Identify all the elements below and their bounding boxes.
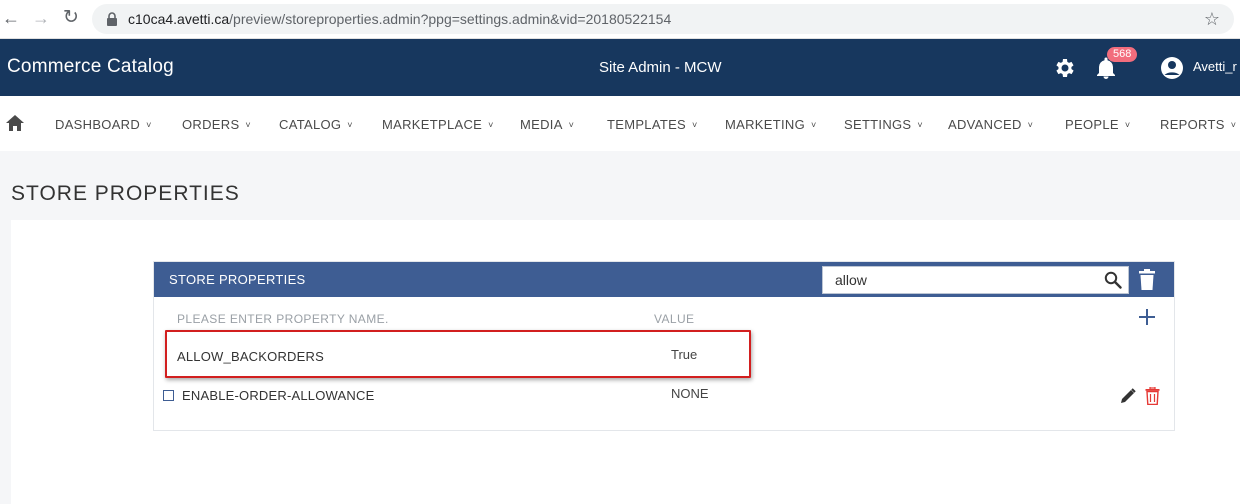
page-title: STORE PROPERTIES xyxy=(11,182,240,205)
property-name-column-header[interactable]: PLEASE ENTER PROPERTY NAME. xyxy=(177,312,389,326)
app-title[interactable]: Commerce Catalog xyxy=(7,56,174,78)
search-box xyxy=(822,266,1129,294)
chevron-down-icon: ˅ xyxy=(146,120,152,130)
nav-settings[interactable]: SETTINGS ˅ xyxy=(844,117,923,132)
property-value: NONE xyxy=(671,386,709,401)
nav-label: REPORTS xyxy=(1160,117,1225,132)
chevron-down-icon: ˅ xyxy=(245,120,251,130)
gear-icon[interactable] xyxy=(1052,56,1076,80)
url-text: c10ca4.avetti.ca/preview/storeproperties… xyxy=(128,11,671,27)
nav-advanced[interactable]: ADVANCED ˅ xyxy=(948,117,1033,132)
bookmark-star-icon[interactable]: ☆ xyxy=(1204,9,1220,30)
chevron-down-icon: ˅ xyxy=(488,120,494,130)
chevron-down-icon: ˅ xyxy=(1027,120,1034,130)
nav-label: PEOPLE xyxy=(1065,117,1119,132)
nav-label: DASHBOARD xyxy=(55,117,141,132)
nav-people[interactable]: PEOPLE ˅ xyxy=(1065,117,1130,132)
panel-title: STORE PROPERTIES xyxy=(169,272,306,287)
nav-label: MARKETING xyxy=(725,117,805,132)
user-name[interactable]: Avetti_r xyxy=(1193,59,1237,74)
browser-toolbar: ← → ↻ c10ca4.avetti.ca/preview/storeprop… xyxy=(0,0,1240,39)
add-icon[interactable] xyxy=(1137,307,1157,327)
chevron-down-icon: ˅ xyxy=(810,120,817,130)
search-icon[interactable] xyxy=(1104,271,1122,289)
search-input[interactable] xyxy=(823,267,1105,293)
url-path: /preview/storeproperties.admin?ppg=setti… xyxy=(229,11,672,27)
forward-arrow-icon[interactable]: → xyxy=(32,8,50,28)
nav-catalog[interactable]: CATALOG ˅ xyxy=(279,117,353,132)
site-title: Site Admin - MCW xyxy=(599,59,722,76)
user-avatar-icon[interactable] xyxy=(1160,56,1184,80)
chevron-down-icon: ˅ xyxy=(692,120,698,130)
address-bar[interactable]: c10ca4.avetti.ca/preview/storeproperties… xyxy=(92,4,1234,34)
trash-icon[interactable] xyxy=(1145,387,1160,405)
nav-orders[interactable]: ORDERS ˅ xyxy=(182,117,251,132)
notification-badge[interactable]: 568 xyxy=(1107,47,1138,62)
nav-templates[interactable]: TEMPLATES ˅ xyxy=(607,117,698,132)
url-host: c10ca4.avetti.ca xyxy=(128,11,230,27)
panel-header: STORE PROPERTIES xyxy=(154,262,1174,297)
chevron-down-icon: ˅ xyxy=(917,120,923,130)
chevron-down-icon: ˅ xyxy=(347,120,353,130)
lock-icon xyxy=(107,12,117,26)
pencil-icon[interactable] xyxy=(1120,388,1136,404)
nav-label: ORDERS xyxy=(182,117,240,132)
nav-label: SETTINGS xyxy=(844,117,912,132)
back-arrow-icon[interactable]: ← xyxy=(2,8,20,28)
reload-icon[interactable]: ↻ xyxy=(63,8,79,28)
nav-label: ADVANCED xyxy=(948,117,1022,132)
nav-marketplace[interactable]: MARKETPLACE ˅ xyxy=(382,117,494,132)
row-checkbox[interactable] xyxy=(163,390,174,401)
chevron-down-icon: ˅ xyxy=(1230,120,1237,130)
property-name: ENABLE-ORDER-ALLOWANCE xyxy=(182,388,375,403)
nav-marketing[interactable]: MARKETING ˅ xyxy=(725,117,817,132)
trash-icon[interactable] xyxy=(1138,269,1156,290)
home-icon[interactable] xyxy=(6,115,24,131)
nav-label: MARKETPLACE xyxy=(382,117,483,132)
app-header: Commerce Catalog Site Admin - MCW 568 Av… xyxy=(0,39,1240,96)
nav-reports[interactable]: REPORTS ˅ xyxy=(1160,117,1236,132)
chevron-down-icon: ˅ xyxy=(1124,120,1131,130)
nav-label: CATALOG xyxy=(279,117,342,132)
value-column-header: VALUE xyxy=(654,312,695,326)
main-nav: DASHBOARD ˅ ORDERS ˅ CATALOG ˅ MARKETPLACE ˅… xyxy=(0,96,1240,151)
chevron-down-icon: ˅ xyxy=(568,120,575,130)
nav-label: MEDIA xyxy=(520,117,563,132)
highlight-annotation-box xyxy=(165,330,751,378)
nav-media[interactable]: MEDIA ˅ xyxy=(520,117,574,132)
nav-dashboard[interactable]: DASHBOARD ˅ xyxy=(55,117,152,132)
nav-label: TEMPLATES xyxy=(607,117,687,132)
